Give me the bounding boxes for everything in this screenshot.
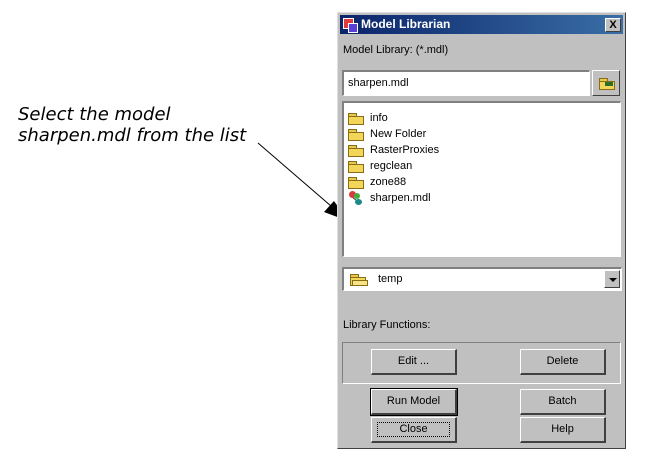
- instruction-line-2: sharpen.mdl from the list: [18, 125, 247, 146]
- folder-icon: [348, 128, 364, 141]
- list-item-label: zone88: [370, 176, 407, 188]
- folder-icon: [348, 112, 364, 125]
- browse-folder-button[interactable]: [592, 70, 620, 96]
- instruction-line-1: Select the model: [18, 104, 171, 125]
- model-filename-input[interactable]: sharpen.mdl: [342, 70, 590, 96]
- run-model-button[interactable]: Run Model: [370, 388, 458, 416]
- directory-dropdown[interactable]: temp: [342, 267, 622, 291]
- chevron-down-icon[interactable]: [604, 270, 620, 288]
- close-button[interactable]: Close: [371, 417, 457, 443]
- focus-ring: [377, 422, 450, 437]
- list-item-label: New Folder: [370, 128, 427, 140]
- list-item-new-folder[interactable]: New Folder: [348, 126, 426, 142]
- directory-value: temp: [378, 273, 403, 285]
- list-item-sharpen-mdl[interactable]: sharpen.mdl: [348, 190, 431, 206]
- list-item-label: regclean: [370, 160, 413, 172]
- model-file-list[interactable]: info New Folder RasterProxies regclean z…: [342, 101, 621, 257]
- list-item-label: info: [370, 112, 388, 124]
- window-title: Model Librarian: [361, 17, 451, 31]
- list-item-rasterproxies[interactable]: RasterProxies: [348, 142, 439, 158]
- help-button[interactable]: Help: [520, 417, 606, 443]
- list-item-label: sharpen.mdl: [370, 192, 431, 204]
- folder-icon: [348, 160, 364, 173]
- folder-icon: [348, 176, 364, 189]
- delete-button[interactable]: Delete: [520, 349, 606, 375]
- title-bar[interactable]: Model Librarian X: [340, 15, 623, 34]
- model-icon: [348, 190, 364, 206]
- app-icon: [343, 17, 358, 33]
- folder-icon: [348, 144, 364, 157]
- list-item-label: RasterProxies: [370, 144, 440, 156]
- close-window-button[interactable]: X: [605, 17, 621, 32]
- library-functions-label: Library Functions:: [343, 319, 431, 331]
- model-librarian-dialog: Model Librarian X Model Library: (*.mdl)…: [337, 12, 626, 449]
- list-item-regclean[interactable]: regclean: [348, 158, 412, 174]
- batch-button[interactable]: Batch: [520, 389, 606, 415]
- instruction-callout: Select the model sharpen.mdl from the li…: [18, 104, 338, 146]
- list-item-zone88[interactable]: zone88: [348, 174, 406, 190]
- list-item-info[interactable]: info: [348, 110, 388, 126]
- model-library-label: Model Library: (*.mdl): [343, 44, 449, 56]
- edit-button[interactable]: Edit ...: [371, 349, 457, 375]
